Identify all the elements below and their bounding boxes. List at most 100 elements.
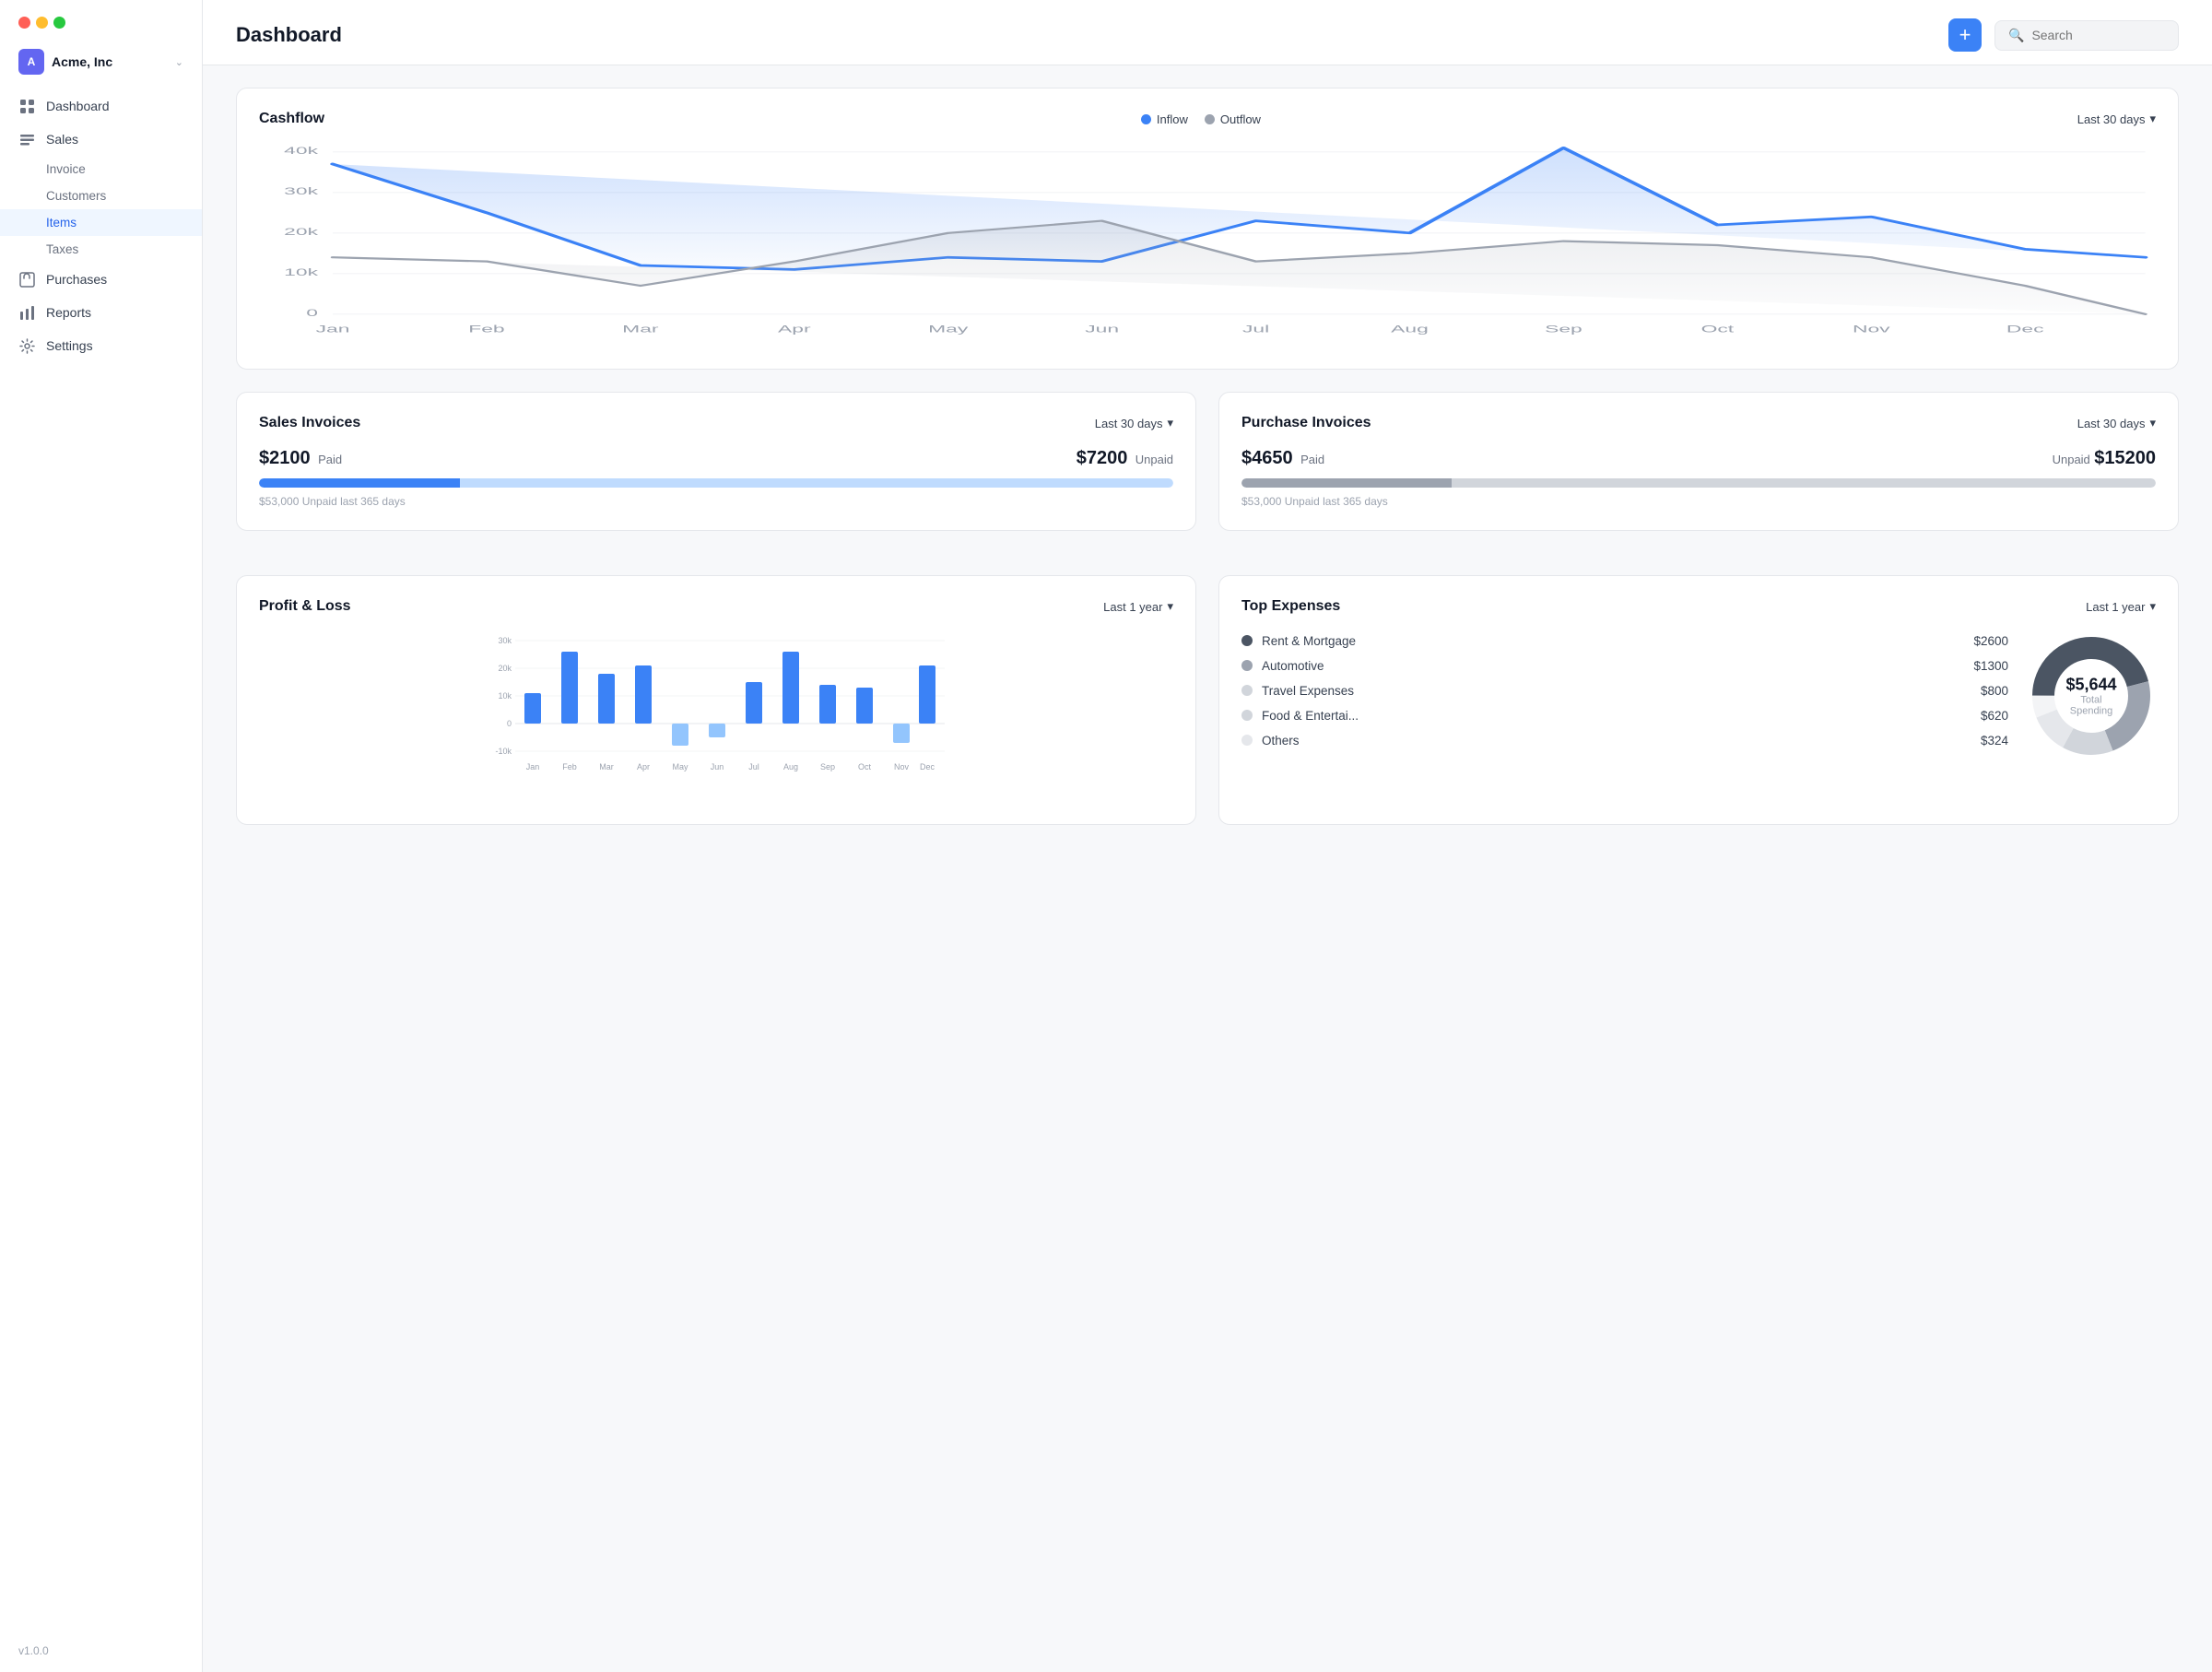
chevron-down-icon: ▾ [2149, 112, 2156, 126]
expense-item-2: Travel Expenses $800 [1241, 684, 2008, 698]
top-expenses-card: Top Expenses Last 1 year ▾ Rent & Mortga… [1218, 575, 2179, 825]
bar-feb [561, 652, 578, 724]
outflow-legend: Outflow [1205, 112, 1261, 126]
expense-dot-4 [1241, 735, 1253, 746]
cashflow-card: Cashflow Inflow Outflow Last 30 days ▾ [236, 88, 2179, 370]
sidebar-item-label-sales: Sales [46, 132, 78, 147]
sidebar-item-label-reports: Reports [46, 305, 91, 320]
sidebar-sub-taxes[interactable]: Taxes [0, 236, 202, 263]
expense-name-3: Food & Entertai... [1262, 709, 1359, 723]
cashflow-period-dropdown[interactable]: Last 30 days ▾ [2077, 112, 2156, 126]
sidebar-item-purchases[interactable]: Purchases [0, 263, 202, 296]
sidebar-sub-invoice[interactable]: Invoice [0, 156, 202, 183]
svg-text:Feb: Feb [468, 324, 504, 335]
purchase-unpaid-label: Unpaid [2053, 453, 2090, 466]
expenses-content: Rent & Mortgage $2600 Automotive $1300 [1241, 631, 2156, 760]
header-actions: + 🔍 [1948, 18, 2179, 52]
purchase-bar-unpaid [1452, 478, 2156, 488]
svg-text:Oct: Oct [858, 762, 872, 771]
svg-text:Dec: Dec [920, 762, 935, 771]
svg-text:Sep: Sep [820, 762, 835, 771]
search-box: 🔍 [1994, 20, 2179, 51]
sidebar-item-label-settings: Settings [46, 338, 93, 353]
company-icon: A [18, 49, 44, 75]
search-input[interactable] [2031, 28, 2165, 42]
dashboard-icon [18, 98, 35, 114]
traffic-light-green[interactable] [53, 17, 65, 29]
expenses-list: Rent & Mortgage $2600 Automotive $1300 [1241, 634, 2008, 759]
company-selector[interactable]: A Acme, Inc ⌄ [0, 38, 202, 82]
purchase-invoices-period-dropdown[interactable]: Last 30 days ▾ [2077, 416, 2156, 430]
chevron-down-icon: ▾ [1167, 599, 1173, 614]
sidebar-sub-customers[interactable]: Customers [0, 183, 202, 209]
donut-center: $5,644 Total Spending [2059, 676, 2124, 717]
expense-amount-2: $800 [1981, 684, 2008, 698]
traffic-light-red[interactable] [18, 17, 30, 29]
version-label: v1.0.0 [0, 1630, 202, 1672]
add-button[interactable]: + [1948, 18, 1982, 52]
svg-text:30k: 30k [498, 636, 512, 645]
svg-text:10k: 10k [284, 266, 318, 277]
dashboard-content: Cashflow Inflow Outflow Last 30 days ▾ [203, 65, 2212, 891]
expense-amount-4: $324 [1981, 734, 2008, 748]
profit-loss-title: Profit & Loss [259, 598, 351, 615]
sidebar-sub-items[interactable]: Items [0, 209, 202, 236]
chevron-down-icon: ⌄ [175, 56, 183, 68]
sales-invoice-bar [259, 478, 1173, 488]
sales-invoice-stats: $2100 Paid $7200 Unpaid [259, 448, 1173, 469]
svg-text:May: May [928, 324, 968, 335]
cashflow-title: Cashflow [259, 111, 324, 127]
expense-dot-0 [1241, 635, 1253, 646]
expense-name-0: Rent & Mortgage [1262, 634, 1356, 648]
purchase-invoice-stats: $4650 Paid Unpaid $15200 [1241, 448, 2156, 469]
profit-loss-card: Profit & Loss Last 1 year ▾ 30k 20k 10k … [236, 575, 1196, 825]
chevron-down-icon: ▾ [1167, 416, 1173, 430]
profit-loss-period-dropdown[interactable]: Last 1 year ▾ [1103, 599, 1173, 614]
svg-text:Jan: Jan [526, 762, 540, 771]
svg-text:Jul: Jul [1242, 324, 1269, 335]
purchase-invoices-title: Purchase Invoices [1241, 415, 1371, 431]
top-expenses-period-dropdown[interactable]: Last 1 year ▾ [2086, 599, 2156, 614]
invoice-row: Sales Invoices Last 30 days ▾ $2100 Paid… [236, 392, 2179, 553]
sales-bar-paid [259, 478, 460, 488]
expense-amount-0: $2600 [1973, 634, 2008, 648]
svg-text:Apr: Apr [637, 762, 650, 771]
svg-text:0: 0 [507, 719, 512, 728]
cashflow-chart: 40k 30k 20k 10k 0 [259, 144, 2156, 347]
chevron-down-icon: ▾ [2149, 416, 2156, 430]
bar-jun [709, 724, 725, 737]
bottom-row: Profit & Loss Last 1 year ▾ 30k 20k 10k … [236, 575, 2179, 847]
top-expenses-header: Top Expenses Last 1 year ▾ [1241, 598, 2156, 615]
svg-text:Mar: Mar [622, 324, 658, 335]
bar-apr [635, 665, 652, 724]
svg-text:Jun: Jun [711, 762, 724, 771]
purchase-paid-amount: $4650 [1241, 448, 1293, 468]
svg-text:Oct: Oct [1701, 324, 1735, 335]
sidebar-item-sales[interactable]: Sales [0, 123, 202, 156]
svg-text:Mar: Mar [599, 762, 614, 771]
svg-text:Nov: Nov [1853, 324, 1890, 335]
purchase-invoice-bar [1241, 478, 2156, 488]
svg-text:Jul: Jul [748, 762, 759, 771]
sidebar-item-reports[interactable]: Reports [0, 296, 202, 329]
purchase-paid-label: Paid [1300, 453, 1324, 466]
sidebar-item-label-dashboard: Dashboard [46, 99, 110, 113]
donut-label: Total Spending [2059, 695, 2124, 717]
inflow-legend: Inflow [1141, 112, 1188, 126]
expense-item-3: Food & Entertai... $620 [1241, 709, 2008, 723]
expense-name-2: Travel Expenses [1262, 684, 1354, 698]
sidebar: A Acme, Inc ⌄ Dashboard Sales Invoice Cu… [0, 0, 203, 1672]
traffic-light-yellow[interactable] [36, 17, 48, 29]
bar-mar [598, 674, 615, 724]
profit-loss-header: Profit & Loss Last 1 year ▾ [259, 598, 1173, 615]
sidebar-item-dashboard[interactable]: Dashboard [0, 89, 202, 123]
reports-icon [18, 304, 35, 321]
sales-icon [18, 131, 35, 147]
sales-invoices-title: Sales Invoices [259, 415, 360, 431]
donut-chart-container: $5,644 Total Spending [2027, 631, 2156, 760]
sales-invoices-period-dropdown[interactable]: Last 30 days ▾ [1095, 416, 1173, 430]
cashflow-header: Cashflow Inflow Outflow Last 30 days ▾ [259, 111, 2156, 127]
expense-name-1: Automotive [1262, 659, 1324, 673]
sales-unpaid-label: Unpaid [1135, 453, 1173, 466]
sidebar-item-settings[interactable]: Settings [0, 329, 202, 362]
